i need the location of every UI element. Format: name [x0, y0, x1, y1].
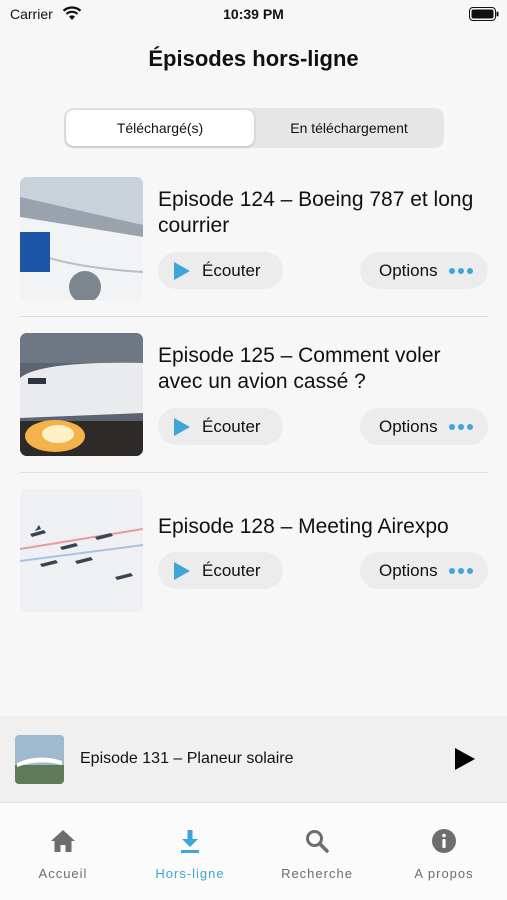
listen-label: Écouter: [202, 260, 261, 280]
episode-row: Episode 125 – Comment voler avec un avio…: [20, 333, 488, 456]
divider: [20, 316, 488, 317]
clock: 10:39 PM: [223, 6, 284, 22]
info-icon: [432, 829, 456, 853]
episode-thumbnail: [20, 333, 143, 456]
download-icon: [181, 830, 199, 853]
download-segmented-control: Téléchargé(s) En téléchargement: [64, 108, 444, 148]
play-icon: [174, 417, 190, 436]
play-icon: [174, 561, 190, 580]
divider: [20, 472, 488, 473]
tab-bar: Accueil Hors-ligne Recherche A propos: [0, 802, 507, 900]
episode-title[interactable]: Episode 128 – Meeting Airexpo: [158, 514, 488, 540]
more-dots-icon: [448, 423, 473, 430]
tab-about[interactable]: A propos: [381, 803, 507, 900]
status-bar: Carrier 10:39 PM: [0, 0, 507, 30]
mini-player-title: Episode 131 – Planeur solaire: [80, 750, 294, 767]
episode-row: Episode 124 – Boeing 787 et long courrie…: [20, 177, 488, 300]
more-dots-icon: [448, 267, 473, 274]
segment-downloaded[interactable]: Téléchargé(s): [66, 110, 254, 146]
options-button[interactable]: Options: [360, 408, 488, 445]
tab-label: A propos: [414, 866, 474, 881]
battery-icon: [469, 7, 499, 21]
mini-player-thumbnail: [15, 735, 64, 784]
listen-label: Écouter: [202, 416, 261, 436]
play-icon[interactable]: [455, 748, 475, 770]
listen-label: Écouter: [202, 560, 261, 580]
listen-button[interactable]: Écouter: [158, 408, 283, 445]
search-icon: [306, 830, 329, 853]
page-title: Épisodes hors-ligne: [148, 46, 359, 71]
tab-label: Accueil: [38, 866, 88, 881]
more-dots-icon: [448, 567, 473, 574]
episode-title[interactable]: Episode 125 – Comment voler avec un avio…: [158, 343, 488, 395]
mini-player[interactable]: Episode 131 – Planeur solaire: [0, 716, 507, 802]
options-label: Options: [379, 260, 438, 280]
tab-search[interactable]: Recherche: [254, 803, 380, 900]
segment-downloading[interactable]: En téléchargement: [256, 110, 442, 146]
episode-thumbnail: [20, 177, 143, 300]
listen-button[interactable]: Écouter: [158, 252, 283, 289]
options-label: Options: [379, 416, 438, 436]
episode-thumbnail: [20, 489, 143, 612]
tab-home[interactable]: Accueil: [0, 803, 126, 900]
home-icon: [51, 830, 75, 852]
tab-label: Hors-ligne: [155, 866, 225, 881]
options-label: Options: [379, 560, 438, 580]
tab-label: Recherche: [281, 866, 353, 881]
options-button[interactable]: Options: [360, 252, 488, 289]
options-button[interactable]: Options: [360, 552, 488, 589]
tab-offline[interactable]: Hors-ligne: [127, 803, 253, 900]
episode-title[interactable]: Episode 124 – Boeing 787 et long courrie…: [158, 187, 488, 239]
play-icon: [174, 261, 190, 280]
episode-row: Episode 128 – Meeting Airexpo Écouter Op…: [20, 489, 488, 612]
listen-button[interactable]: Écouter: [158, 552, 283, 589]
